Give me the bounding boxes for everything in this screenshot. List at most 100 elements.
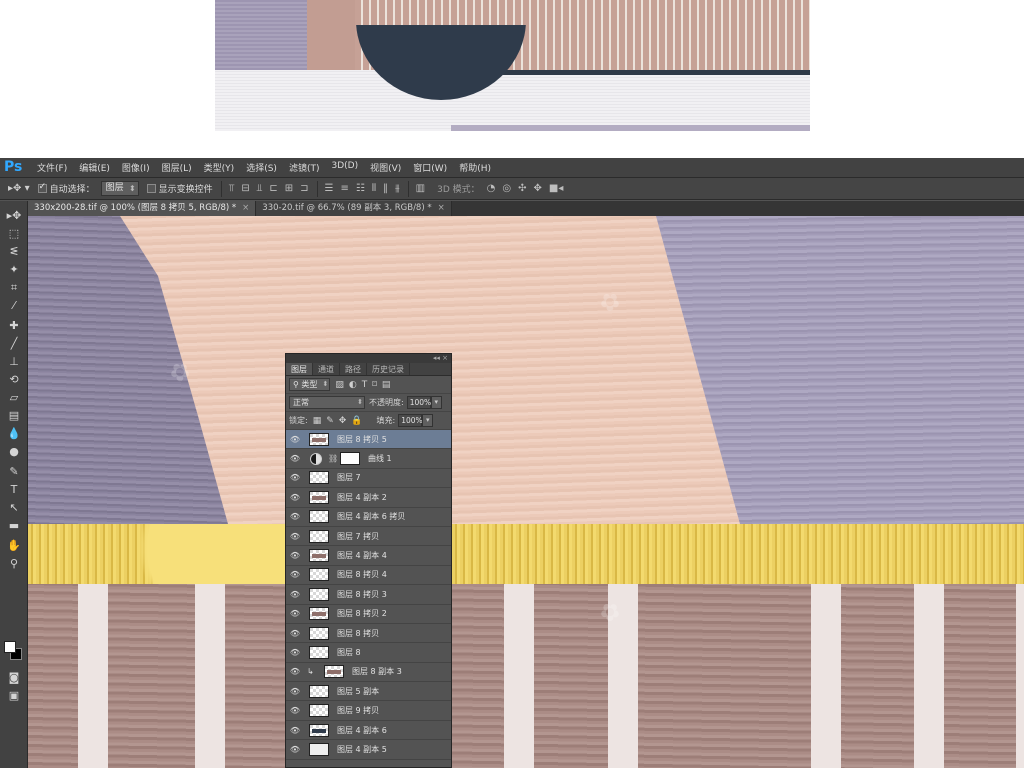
3d-scale-icon[interactable]: ■◂ [549,183,563,194]
blend-mode-dropdown[interactable]: 正常 [289,396,365,409]
blur-tool-icon[interactable]: 💧 [4,425,24,443]
eye-icon[interactable]: 👁 [286,687,304,696]
move-tool-icon[interactable]: ▸✥ ▾ [8,183,30,194]
layer-thumbnail[interactable] [324,665,344,679]
layer-row[interactable]: 👁 图层 8 [286,643,451,663]
screen-mode-icon[interactable]: ▣ [4,687,24,705]
eye-icon[interactable]: 👁 [286,706,304,715]
type-tool-icon[interactable]: T [4,481,24,499]
distribute-left-icon[interactable]: ⫴ [372,183,376,194]
layer-thumbnail[interactable] [309,723,329,737]
layer-row[interactable]: 👁 图层 4 副本 4 [286,546,451,566]
layer-thumbnail[interactable] [309,704,329,718]
3d-rotate-icon[interactable]: ◔ [487,183,496,194]
auto-select-target-dropdown[interactable]: 图层 [100,181,139,196]
layer-row[interactable]: 👁 图层 4 副本 6 拷贝 [286,507,451,527]
distribute-bottom-icon[interactable]: ☷ [356,183,365,194]
brush-tool-icon[interactable]: ╱ [4,335,24,353]
layer-row[interactable]: 👁 图层 8 拷贝 5 [286,430,451,450]
filter-smart-object-icon[interactable]: ▤ [382,380,391,390]
distribute-vcenter-icon[interactable]: ≡ [340,183,348,194]
3d-drag-icon[interactable]: ✣ [518,183,526,194]
link-icon[interactable]: ⛓ [328,454,338,463]
align-left-icon[interactable]: ⊏ [269,183,277,194]
menu-item[interactable]: 窗口(W) [407,161,453,174]
layer-row[interactable]: 👁 图层 8 拷贝 3 [286,585,451,605]
document-tab-1[interactable]: 330x200-28.tif @ 100% (图层 8 拷贝 5, RGB/8)… [28,201,257,216]
filter-type-icon[interactable]: T [362,380,368,390]
auto-select-checkbox[interactable] [37,182,47,193]
close-icon[interactable]: × [438,203,445,213]
hand-tool-icon[interactable]: ✋ [4,537,24,555]
eye-icon[interactable]: 👁 [286,512,304,521]
layer-row[interactable]: 👁 图层 4 副本 5 [286,740,451,760]
layer-mask-thumbnail[interactable] [340,452,360,466]
distribute-top-icon[interactable]: ☰ [325,183,334,194]
layer-thumbnail[interactable] [309,432,329,446]
menu-item[interactable]: 帮助(H) [453,161,497,174]
clone-stamp-tool-icon[interactable]: ⊥ [4,353,24,371]
path-selection-tool-icon[interactable]: ↖ [4,499,24,517]
eye-icon[interactable]: 👁 [286,493,304,502]
menu-item[interactable]: 3D(D) [325,161,364,174]
fill-dropdown-icon[interactable]: ▾ [422,414,434,427]
document-tab-2[interactable]: 330-20.tif @ 66.7% (89 副本 3, RGB/8) * × [256,201,452,216]
tab-history[interactable]: 历史记录 [367,363,410,375]
align-right-icon[interactable]: ⊐ [300,183,308,194]
opacity-input[interactable]: 100% [406,396,431,409]
menu-item[interactable]: 图像(I) [116,161,156,174]
pen-tool-icon[interactable]: ✎ [4,463,24,481]
eye-icon[interactable]: 👁 [286,590,304,599]
eye-icon[interactable]: 👁 [286,435,304,444]
auto-align-icon[interactable]: ▥ [416,183,425,194]
layer-row[interactable]: 👁 图层 4 副本 2 [286,488,451,508]
document-canvas[interactable] [28,216,1024,768]
eraser-tool-icon[interactable]: ▱ [4,389,24,407]
tab-channels[interactable]: 通道 [313,363,340,375]
layer-thumbnail[interactable] [309,607,329,621]
layer-thumbnail[interactable] [309,510,329,524]
lasso-tool-icon[interactable]: ᓬ [4,243,24,261]
layer-thumbnail[interactable] [309,742,329,756]
eye-icon[interactable]: 👁 [286,454,304,463]
3d-roll-icon[interactable]: ◎ [502,183,511,194]
dodge-tool-icon[interactable]: ● [4,443,24,461]
layer-thumbnail[interactable] [309,529,329,543]
distribute-right-icon[interactable]: ⫵ [395,183,400,194]
filter-kind-dropdown[interactable]: ⚲ 类型 [289,378,331,391]
lock-all-icon[interactable]: 🔒 [351,416,362,426]
eye-icon[interactable]: 👁 [286,745,304,754]
zoom-tool-icon[interactable]: ⚲ [4,555,24,573]
layer-thumbnail[interactable] [309,549,329,563]
panel-collapse-bar[interactable]: ◂◂ × [286,354,451,363]
align-hcenter-icon[interactable]: ⊞ [285,183,293,194]
crop-tool-icon[interactable]: ⌗ [4,279,24,297]
layer-row[interactable]: 👁 ↳ 图层 8 副本 3 [286,662,451,683]
marquee-tool-icon[interactable]: ⬚ [4,225,24,243]
quick-mask-icon[interactable]: ◙ [4,669,24,687]
lock-pixels-icon[interactable]: ✎ [326,416,334,426]
menu-item[interactable]: 选择(S) [240,161,283,174]
magic-wand-tool-icon[interactable]: ✦ [4,261,24,279]
eye-icon[interactable]: 👁 [286,532,304,541]
layer-row[interactable]: 👁 图层 9 拷贝 [286,701,451,721]
menu-item[interactable]: 类型(Y) [198,161,241,174]
opacity-dropdown-icon[interactable]: ▾ [430,396,442,409]
history-brush-tool-icon[interactable]: ⟲ [4,371,24,389]
align-vcenter-icon[interactable]: ⊟ [241,183,249,194]
filter-pixel-icon[interactable]: ▨ [335,380,344,390]
layer-row[interactable]: 👁 图层 5 副本 [286,682,451,702]
filter-shape-icon[interactable]: ⌑ [372,380,377,390]
layer-row[interactable]: 👁 图层 8 拷贝 2 [286,604,451,624]
eye-icon[interactable]: 👁 [286,609,304,618]
layer-thumbnail[interactable] [309,587,329,601]
move-tool-icon[interactable]: ▸✥ [4,207,24,225]
rectangle-tool-icon[interactable]: ▬ [4,517,24,535]
layer-row[interactable]: 👁 图层 8 拷贝 [286,623,451,644]
eye-icon[interactable]: 👁 [286,629,304,638]
foreground-color-swatch[interactable] [4,641,16,653]
menu-item[interactable]: 图层(L) [156,161,198,174]
layer-thumbnail[interactable] [309,490,329,504]
healing-brush-tool-icon[interactable]: ✚ [4,317,24,335]
menu-item[interactable]: 滤镜(T) [283,161,326,174]
